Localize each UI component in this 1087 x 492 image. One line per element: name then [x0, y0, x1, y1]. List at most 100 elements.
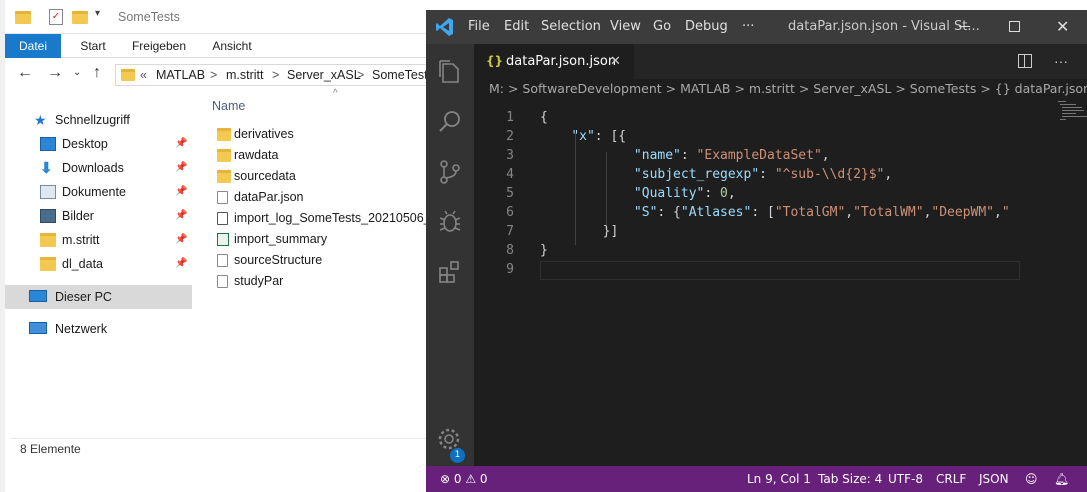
nav-item-netzwerk[interactable]: Netzwerk: [5, 317, 192, 341]
address-separator[interactable]: >: [357, 65, 364, 85]
notifications-bell-icon[interactable]: 🔔︎: [1054, 466, 1069, 492]
pin-icon[interactable]: 📌: [175, 252, 187, 276]
debug-icon[interactable]: [436, 208, 464, 236]
nav-item-dokumente[interactable]: Dokumente 📌: [5, 180, 192, 204]
code-line: 8}: [474, 241, 1034, 260]
minimize-icon[interactable]: [959, 26, 970, 27]
file-list: derivatives rawdata sourcedata dataPar.j…: [205, 90, 431, 430]
nav-item-label: Downloads: [62, 161, 124, 175]
minimap[interactable]: [1056, 99, 1087, 123]
activity-bar: 1: [426, 44, 474, 466]
new-folder-icon[interactable]: [72, 11, 88, 24]
menu-edit[interactable]: Edit: [504, 10, 529, 44]
language-mode[interactable]: JSON: [979, 466, 1009, 492]
more-actions-icon[interactable]: ···: [1054, 44, 1068, 79]
pin-icon[interactable]: 📌: [175, 204, 187, 228]
tab-datei[interactable]: Datei: [5, 34, 61, 58]
nav-item-bilder[interactable]: Bilder 📌: [5, 204, 192, 228]
code-text: "subject_regexp": "^sub-\\d{2}$",: [633, 167, 893, 182]
search-icon[interactable]: [436, 108, 464, 136]
address-separator[interactable]: >: [210, 65, 217, 85]
code-editor[interactable]: 1{ 2 "x": [{ 3 "name": "ExampleDataSet",…: [474, 99, 1087, 466]
list-item[interactable]: sourcedata: [205, 166, 431, 187]
navigation-pane: ★ Schnellzugriff Desktop 📌 ⬇ Downloads 📌…: [5, 100, 192, 440]
pin-icon[interactable]: 📌: [175, 180, 187, 204]
address-segment-sometests[interactable]: SomeTests: [372, 65, 434, 85]
folder-icon: [15, 11, 31, 24]
list-item[interactable]: import_summary: [205, 229, 431, 250]
menu-selection[interactable]: Selection: [541, 10, 601, 44]
pin-icon[interactable]: 📌: [175, 228, 187, 252]
list-item[interactable]: studyPar: [205, 271, 431, 292]
back-arrow-icon[interactable]: ←: [17, 64, 33, 82]
nav-item-label: Bilder: [62, 209, 94, 223]
extensions-icon[interactable]: [436, 258, 464, 286]
folder-icon: [121, 69, 135, 81]
pin-icon[interactable]: 📌: [175, 156, 187, 180]
line-number: 2: [506, 129, 514, 144]
file-name: sourceStructure: [234, 253, 323, 267]
file-name: rawdata: [234, 148, 279, 162]
address-segment-matlab[interactable]: MATLAB: [156, 65, 205, 85]
close-icon[interactable]: ✕: [1056, 17, 1069, 36]
maximize-icon[interactable]: [1009, 21, 1020, 32]
address-segment-server[interactable]: Server_xASL: [287, 65, 361, 85]
recent-locations-icon[interactable]: ⌄: [73, 67, 81, 78]
update-badge: 1: [450, 448, 465, 463]
list-item[interactable]: rawdata: [205, 145, 431, 166]
file-explorer-window: ✓ ▾ SomeTests Datei Start Freigeben Ansi…: [0, 0, 435, 492]
pin-icon[interactable]: 📌: [175, 132, 187, 156]
code-text: "name": "ExampleDataSet",: [633, 148, 830, 163]
line-number: 7: [506, 224, 514, 239]
address-overflow[interactable]: «: [140, 65, 147, 85]
up-arrow-icon[interactable]: ↑: [93, 64, 101, 82]
split-editor-icon[interactable]: [1018, 54, 1032, 68]
tab-start[interactable]: Start: [63, 34, 123, 58]
tab-size[interactable]: Tab Size: 4: [818, 466, 882, 492]
address-separator[interactable]: >: [272, 65, 279, 85]
list-item[interactable]: derivatives: [205, 124, 431, 145]
tab-close-icon[interactable]: ✕: [610, 44, 621, 79]
source-control-icon[interactable]: [436, 158, 464, 186]
address-segment-mstritt[interactable]: m.stritt: [226, 65, 264, 85]
properties-icon[interactable]: ✓: [49, 9, 63, 25]
line-ending[interactable]: CRLF: [936, 466, 966, 492]
address-bar[interactable]: « MATLAB > m.stritt > Server_xASL > Some…: [115, 64, 435, 86]
file-name: sourcedata: [234, 169, 296, 183]
address-toolbar: ← → ⌄ ↑ « MATLAB > m.stritt > Server_xAS…: [5, 58, 435, 92]
menu-view[interactable]: View: [610, 10, 641, 44]
file-name: import_log_SomeTests_20210506_215: [234, 211, 431, 225]
explorer-icon[interactable]: [436, 58, 464, 86]
breadcrumb[interactable]: M: > SoftwareDevelopment > MATLAB > m.st…: [474, 79, 1087, 99]
nav-item-mstritt[interactable]: m.stritt 📌: [5, 228, 192, 252]
menu-overflow[interactable]: ···: [742, 10, 754, 44]
nav-item-label: Desktop: [62, 137, 108, 151]
cursor-position[interactable]: Ln 9, Col 1: [747, 466, 811, 492]
line-number: 4: [506, 167, 514, 182]
tab-datapar-json[interactable]: {} dataPar.json.json ✕: [474, 44, 634, 79]
nav-item-dl-data[interactable]: dl_data 📌: [5, 252, 192, 276]
code-text: }: [540, 243, 548, 258]
status-bar: ⊗ 0 ⚠ 0 Ln 9, Col 1 Tab Size: 4 UTF-8 CR…: [426, 466, 1087, 492]
tab-freigeben[interactable]: Freigeben: [123, 34, 195, 58]
nav-item-label: Dokumente: [62, 185, 126, 199]
nav-item-label: m.stritt: [62, 233, 100, 247]
list-item[interactable]: sourceStructure: [205, 250, 431, 271]
nav-item-desktop[interactable]: Desktop 📌: [5, 132, 192, 156]
encoding[interactable]: UTF-8: [888, 466, 923, 492]
customize-quick-access-icon[interactable]: ▾: [95, 8, 100, 19]
feedback-icon[interactable]: ☺: [1025, 466, 1038, 492]
nav-item-dieser-pc[interactable]: Dieser PC: [5, 285, 192, 309]
tab-ansicht[interactable]: Ansicht: [197, 34, 267, 58]
menu-debug[interactable]: Debug: [685, 10, 728, 44]
menu-go[interactable]: Go: [653, 10, 671, 44]
list-item[interactable]: dataPar.json: [205, 187, 431, 208]
list-item[interactable]: import_log_SomeTests_20210506_215: [205, 208, 431, 229]
nav-item-schnellzugriff[interactable]: ★ Schnellzugriff: [5, 108, 192, 132]
code-line: 5 "Quality": 0,: [474, 184, 1034, 203]
nav-item-downloads[interactable]: ⬇ Downloads 📌: [5, 156, 192, 180]
forward-arrow-icon[interactable]: →: [47, 64, 63, 82]
menu-file[interactable]: File: [468, 10, 490, 44]
problems-indicator[interactable]: ⊗ 0 ⚠ 0: [440, 466, 488, 492]
file-name: dataPar.json: [234, 190, 304, 204]
